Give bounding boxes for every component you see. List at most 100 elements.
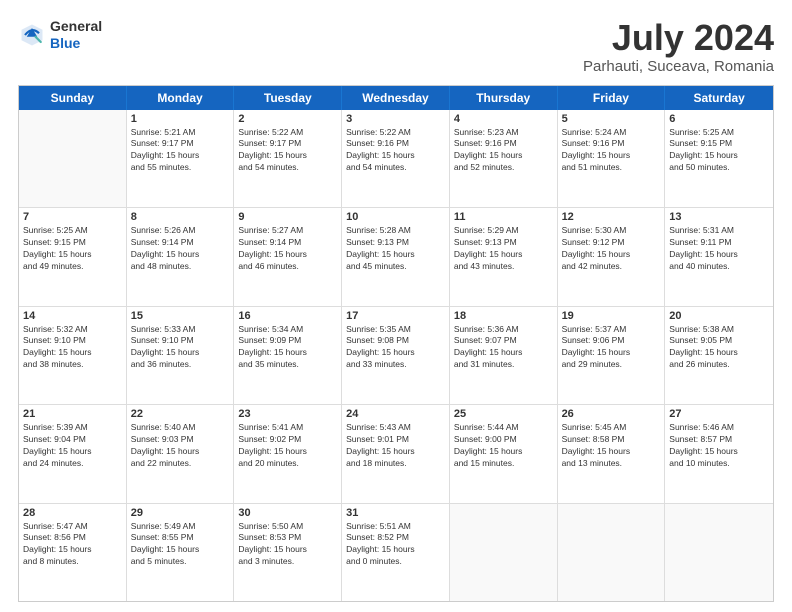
cell-info-line: Sunset: 9:02 PM (238, 434, 337, 446)
cell-info-line: Sunrise: 5:39 AM (23, 422, 122, 434)
cell-info-line: Sunset: 8:53 PM (238, 532, 337, 544)
cell-info-line: Sunset: 9:13 PM (346, 237, 445, 249)
cell-info-line: Sunrise: 5:35 AM (346, 324, 445, 336)
cell-info-line: Sunset: 9:01 PM (346, 434, 445, 446)
cell-info-line: and 33 minutes. (346, 359, 445, 371)
cal-cell-4-2: 22Sunrise: 5:40 AMSunset: 9:03 PMDayligh… (127, 405, 235, 502)
calendar-row-1: 1Sunrise: 5:21 AMSunset: 9:17 PMDaylight… (19, 110, 773, 208)
cell-info-line: and 10 minutes. (669, 458, 769, 470)
cell-info-line: Daylight: 15 hours (669, 446, 769, 458)
cal-cell-1-4: 3Sunrise: 5:22 AMSunset: 9:16 PMDaylight… (342, 110, 450, 207)
cal-cell-1-6: 5Sunrise: 5:24 AMSunset: 9:16 PMDaylight… (558, 110, 666, 207)
cell-info-line: Daylight: 15 hours (346, 150, 445, 162)
day-number: 15 (131, 310, 230, 322)
day-number: 2 (238, 113, 337, 125)
calendar-row-3: 14Sunrise: 5:32 AMSunset: 9:10 PMDayligh… (19, 307, 773, 405)
cell-info-line: Sunrise: 5:46 AM (669, 422, 769, 434)
cell-info-line: and 43 minutes. (454, 261, 553, 273)
cell-info-line: and 49 minutes. (23, 261, 122, 273)
cell-info-line: Sunrise: 5:22 AM (238, 127, 337, 139)
cell-info-line: and 3 minutes. (238, 556, 337, 568)
cell-info-line: and 48 minutes. (131, 261, 230, 273)
cell-info-line: Sunrise: 5:45 AM (562, 422, 661, 434)
cal-cell-2-7: 13Sunrise: 5:31 AMSunset: 9:11 PMDayligh… (665, 208, 773, 305)
day-number: 25 (454, 408, 553, 420)
day-number: 10 (346, 211, 445, 223)
cell-info-line: Daylight: 15 hours (346, 249, 445, 261)
day-number: 13 (669, 211, 769, 223)
day-number: 17 (346, 310, 445, 322)
day-number: 27 (669, 408, 769, 420)
header-day-wednesday: Wednesday (342, 86, 450, 110)
cell-info-line: Sunset: 9:16 PM (454, 138, 553, 150)
cell-info-line: Sunrise: 5:33 AM (131, 324, 230, 336)
cell-info-line: Sunrise: 5:49 AM (131, 521, 230, 533)
cell-info-line: Sunset: 8:52 PM (346, 532, 445, 544)
page: General Blue July 2024 Parhauti, Suceava… (0, 0, 792, 612)
cell-info-line: Sunrise: 5:21 AM (131, 127, 230, 139)
cell-info-line: Sunset: 8:58 PM (562, 434, 661, 446)
logo-text: General Blue (50, 18, 102, 52)
header-day-tuesday: Tuesday (234, 86, 342, 110)
cell-info-line: and 35 minutes. (238, 359, 337, 371)
cal-cell-2-5: 11Sunrise: 5:29 AMSunset: 9:13 PMDayligh… (450, 208, 558, 305)
cell-info-line: Daylight: 15 hours (346, 544, 445, 556)
day-number: 20 (669, 310, 769, 322)
cell-info-line: and 54 minutes. (346, 162, 445, 174)
day-number: 3 (346, 113, 445, 125)
header-day-sunday: Sunday (19, 86, 127, 110)
cal-cell-1-1 (19, 110, 127, 207)
cell-info-line: and 36 minutes. (131, 359, 230, 371)
cell-info-line: and 15 minutes. (454, 458, 553, 470)
cal-cell-5-5 (450, 504, 558, 601)
cell-info-line: Daylight: 15 hours (238, 249, 337, 261)
day-number: 28 (23, 507, 122, 519)
cell-info-line: Daylight: 15 hours (669, 249, 769, 261)
cell-info-line: Sunrise: 5:24 AM (562, 127, 661, 139)
day-number: 21 (23, 408, 122, 420)
cell-info-line: Daylight: 15 hours (131, 544, 230, 556)
subtitle: Parhauti, Suceava, Romania (583, 58, 774, 75)
logo: General Blue (18, 18, 102, 52)
cell-info-line: and 0 minutes. (346, 556, 445, 568)
cal-cell-5-2: 29Sunrise: 5:49 AMSunset: 8:55 PMDayligh… (127, 504, 235, 601)
cell-info-line: Sunset: 9:14 PM (131, 237, 230, 249)
day-number: 11 (454, 211, 553, 223)
day-number: 24 (346, 408, 445, 420)
cell-info-line: Sunset: 9:07 PM (454, 335, 553, 347)
cell-info-line: Sunrise: 5:25 AM (669, 127, 769, 139)
header-day-thursday: Thursday (450, 86, 558, 110)
cell-info-line: Daylight: 15 hours (454, 347, 553, 359)
cell-info-line: Daylight: 15 hours (562, 347, 661, 359)
main-title: July 2024 (583, 18, 774, 58)
cal-cell-4-5: 25Sunrise: 5:44 AMSunset: 9:00 PMDayligh… (450, 405, 558, 502)
cell-info-line: Sunset: 9:10 PM (131, 335, 230, 347)
cell-info-line: Sunset: 9:10 PM (23, 335, 122, 347)
cal-cell-3-3: 16Sunrise: 5:34 AMSunset: 9:09 PMDayligh… (234, 307, 342, 404)
cal-cell-2-6: 12Sunrise: 5:30 AMSunset: 9:12 PMDayligh… (558, 208, 666, 305)
day-number: 26 (562, 408, 661, 420)
cell-info-line: Sunset: 9:08 PM (346, 335, 445, 347)
cal-cell-4-6: 26Sunrise: 5:45 AMSunset: 8:58 PMDayligh… (558, 405, 666, 502)
cell-info-line: Sunset: 9:13 PM (454, 237, 553, 249)
cell-info-line: Sunrise: 5:28 AM (346, 225, 445, 237)
calendar-row-2: 7Sunrise: 5:25 AMSunset: 9:15 PMDaylight… (19, 208, 773, 306)
cell-info-line: Daylight: 15 hours (562, 150, 661, 162)
cell-info-line: Sunrise: 5:22 AM (346, 127, 445, 139)
day-number: 22 (131, 408, 230, 420)
day-number: 19 (562, 310, 661, 322)
cell-info-line: Sunrise: 5:38 AM (669, 324, 769, 336)
day-number: 14 (23, 310, 122, 322)
cell-info-line: Sunrise: 5:51 AM (346, 521, 445, 533)
cell-info-line: and 51 minutes. (562, 162, 661, 174)
cell-info-line: Sunset: 8:55 PM (131, 532, 230, 544)
cal-cell-2-4: 10 Sunrise: 5:28 AMSunset: 9:13 PMDayligh… (342, 208, 450, 305)
day-number: 23 (238, 408, 337, 420)
cell-info-line: Sunrise: 5:36 AM (454, 324, 553, 336)
cal-cell-5-1: 28Sunrise: 5:47 AMSunset: 8:56 PMDayligh… (19, 504, 127, 601)
cell-info-line: Sunset: 9:05 PM (669, 335, 769, 347)
cell-info-line: Sunset: 9:14 PM (238, 237, 337, 249)
cell-info-line: Sunrise: 5:26 AM (131, 225, 230, 237)
cell-info-line: Sunset: 9:17 PM (131, 138, 230, 150)
cal-cell-2-2: 8Sunrise: 5:26 AMSunset: 9:14 PMDaylight… (127, 208, 235, 305)
